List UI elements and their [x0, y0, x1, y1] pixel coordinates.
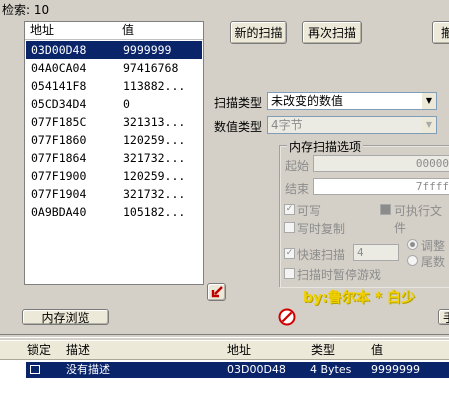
stop-label: 结束 — [285, 182, 310, 196]
last-digits-label: 尾数 — [421, 255, 446, 269]
undo-scan-button[interactable]: 撤 — [432, 21, 449, 44]
list-item[interactable]: 077F1860 120259... — [26, 131, 202, 149]
executable-label: 可执行文件 — [394, 204, 443, 235]
start-label: 起始 — [285, 159, 310, 173]
fast-scan-checkbox[interactable]: ✓ — [284, 248, 295, 259]
column-header-type[interactable]: 类型 — [311, 341, 335, 359]
mem-options-title: 内存扫描选项 — [287, 138, 364, 155]
list-item[interactable]: 05CD34D4 0 — [26, 95, 202, 113]
fast-scan-label: 快速扫描 — [297, 248, 346, 262]
chevron-down-icon[interactable]: ▼ — [422, 93, 436, 109]
column-header-lock[interactable]: 锁定 — [27, 341, 51, 359]
result-value: 105182... — [123, 205, 186, 219]
fast-scan-input[interactable]: 4 — [353, 244, 399, 261]
add-address-button[interactable]: 手 — [438, 309, 449, 325]
results-list[interactable]: 地址 值 03D00D48 9999999 04A0CA04 97416768 0541… — [24, 21, 204, 285]
column-header-address[interactable]: 地址 — [227, 341, 251, 359]
row-value: 9999999 — [371, 363, 420, 376]
result-value: 9999999 — [123, 43, 172, 57]
column-header-description[interactable]: 描述 — [66, 341, 90, 359]
row-type: 4 Bytes — [310, 363, 352, 376]
list-item[interactable]: 077F185C 321313... — [26, 113, 202, 131]
lock-checkbox[interactable] — [30, 365, 40, 374]
result-value: 120259... — [123, 133, 186, 147]
arrow-down-left-icon — [211, 286, 223, 298]
scan-type-select[interactable]: 未改变的数值 ▼ — [267, 92, 437, 110]
result-address: 077F1904 — [31, 187, 87, 201]
memory-view-button[interactable]: 内存浏览 — [22, 309, 109, 325]
add-to-list-button[interactable] — [207, 283, 226, 301]
found-count-label: 检索: 10 — [2, 3, 50, 17]
chevron-down-icon[interactable]: ▼ — [422, 117, 436, 133]
list-item[interactable]: 04A0CA04 97416768 — [26, 59, 202, 77]
result-address: 077F1864 — [31, 151, 87, 165]
pause-game-checkbox[interactable] — [284, 268, 295, 279]
result-value: 321732... — [123, 151, 186, 165]
copy-on-write-label: 写时复制 — [297, 222, 346, 236]
value-type-label: 数值类型 — [214, 120, 263, 134]
splitter[interactable] — [0, 334, 449, 338]
result-address: 0A9BDA40 — [31, 205, 87, 219]
result-address: 03D00D48 — [31, 43, 87, 57]
list-item[interactable]: 077F1904 321732... — [26, 185, 202, 203]
pause-game-label: 扫描时暂停游戏 — [297, 268, 382, 282]
result-value: 0 — [123, 97, 130, 111]
result-address: 054141F8 — [31, 79, 87, 93]
result-address: 05CD34D4 — [31, 97, 87, 111]
align-radio[interactable] — [407, 239, 418, 250]
row-description: 没有描述 — [66, 363, 110, 376]
value-type-select[interactable]: 4字节 ▼ — [267, 116, 437, 134]
value-type-value: 4字节 — [271, 118, 303, 132]
list-item[interactable]: 077F1864 321732... — [26, 149, 202, 167]
list-item[interactable]: 077F1900 120259... — [26, 167, 202, 185]
scan-type-label: 扫描类型 — [214, 96, 263, 110]
result-value: 321732... — [123, 187, 186, 201]
executable-checkbox[interactable] — [380, 204, 391, 215]
last-digits-radio[interactable] — [407, 255, 418, 266]
watermark-text: by:鲁尔本 * 白少 — [303, 290, 415, 306]
start-address-input[interactable]: 00000 — [313, 155, 449, 172]
new-scan-button[interactable]: 新的扫描 — [230, 21, 287, 44]
result-value: 97416768 — [123, 61, 179, 75]
column-header-address[interactable]: 地址 — [30, 22, 54, 39]
list-item[interactable]: 054141F8 113882... — [26, 77, 202, 95]
stop-button[interactable] — [277, 307, 297, 327]
result-value: 321313... — [123, 115, 186, 129]
column-header-value[interactable]: 值 — [371, 341, 383, 359]
align-label: 调整 — [421, 239, 446, 253]
stop-address-input[interactable]: 7ffff — [313, 178, 449, 195]
writable-label: 可写 — [297, 204, 322, 218]
next-scan-button[interactable]: 再次扫描 — [302, 21, 362, 44]
scan-type-value: 未改变的数值 — [271, 94, 344, 108]
list-item[interactable]: 03D00D48 9999999 — [26, 41, 202, 59]
column-header-value[interactable]: 值 — [122, 22, 134, 39]
list-item[interactable]: 0A9BDA40 105182... — [26, 203, 202, 221]
copy-on-write-checkbox[interactable] — [284, 222, 295, 233]
stop-icon — [278, 308, 296, 326]
result-address: 077F1900 — [31, 169, 87, 183]
row-address: 03D00D48 — [227, 363, 286, 376]
result-address: 077F185C — [31, 115, 87, 129]
address-list-row[interactable]: 没有描述 03D00D48 4 Bytes 9999999 — [26, 362, 449, 378]
result-value: 113882... — [123, 79, 186, 93]
result-value: 120259... — [123, 169, 186, 183]
result-address: 077F1860 — [31, 133, 87, 147]
writable-checkbox[interactable]: ✓ — [284, 204, 295, 215]
result-address: 04A0CA04 — [31, 61, 87, 75]
